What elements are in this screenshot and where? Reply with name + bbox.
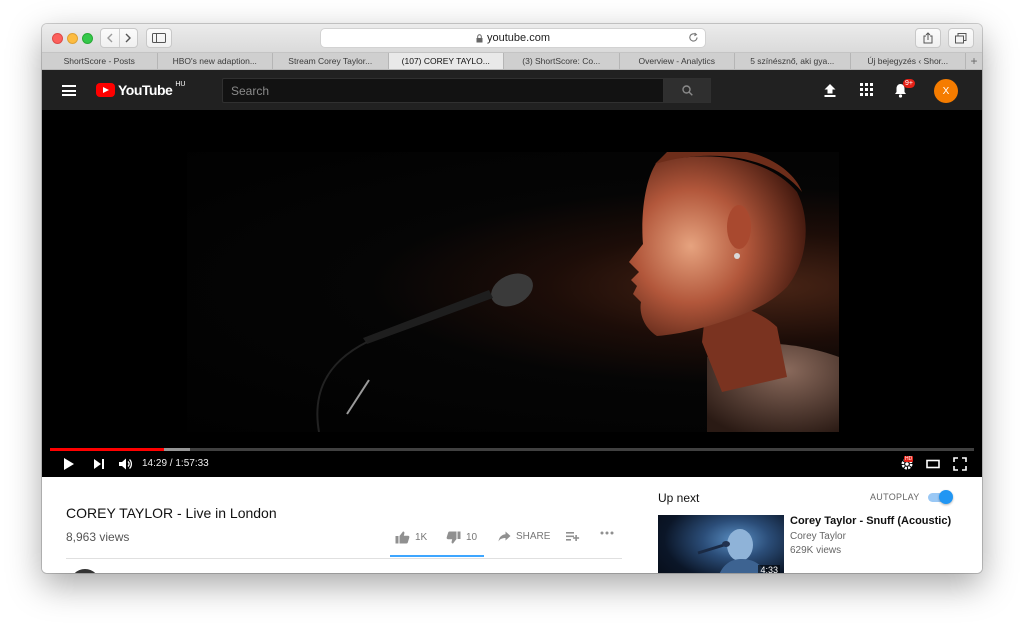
dislike-count: 10: [466, 532, 478, 543]
browser-tab[interactable]: HBO's new adaption...: [158, 53, 273, 69]
like-count: 1K: [415, 532, 428, 543]
search-icon: [681, 85, 693, 96]
recommended-video-thumbnail[interactable]: 4:33: [658, 515, 784, 573]
watch-info: COREY TAYLOR - Live in London 8,963 view…: [42, 477, 982, 573]
thumbnail-duration: 4:33: [758, 565, 780, 573]
sidebar-toggle-button[interactable]: [146, 28, 172, 48]
search-input[interactable]: Search: [222, 78, 664, 103]
history-nav: [100, 28, 138, 48]
recommended-video-channel[interactable]: Corey Taylor: [790, 531, 846, 542]
toggle-knob: [939, 490, 953, 504]
browser-window: youtube.com ShortScore - Posts HBO's new…: [42, 24, 982, 573]
more-actions-button[interactable]: [600, 531, 614, 535]
address-bar[interactable]: youtube.com: [320, 28, 706, 48]
lock-icon: [476, 33, 483, 42]
up-next-heading: Up next: [658, 491, 700, 505]
thumbs-down-icon: [446, 531, 461, 544]
youtube-play-logo-icon: [96, 83, 115, 97]
upload-icon[interactable]: [823, 83, 837, 98]
hamburger-menu-icon[interactable]: [62, 85, 76, 96]
apps-grid-icon[interactable]: [860, 83, 873, 96]
sidebar-icon: [152, 33, 166, 43]
url-text: youtube.com: [487, 32, 550, 44]
notification-count-badge: 9+: [903, 79, 915, 88]
tab-overview-button[interactable]: [948, 28, 974, 48]
chevron-right-icon: [125, 33, 132, 43]
played-bar: [50, 448, 164, 451]
info-divider: [66, 558, 622, 559]
share-label: SHARE: [516, 531, 551, 542]
share-page-button[interactable]: [915, 28, 941, 48]
chevron-left-icon: [106, 33, 113, 43]
save-to-playlist-button[interactable]: [566, 531, 580, 542]
search-button[interactable]: [663, 78, 711, 103]
logo-text: YouTube: [118, 82, 173, 98]
back-button[interactable]: [101, 29, 119, 47]
share-arrow-icon: [498, 531, 511, 542]
theater-mode-icon[interactable]: [926, 457, 940, 471]
video-player[interactable]: 14:29 / 1:57:33 HD: [42, 110, 982, 477]
playlist-add-icon: [566, 532, 580, 541]
browser-tab[interactable]: ShortScore - Posts: [42, 53, 158, 69]
browser-tab[interactable]: Overview - Analytics: [620, 53, 735, 69]
next-video-icon[interactable]: [93, 457, 105, 471]
performer-image: [316, 152, 839, 432]
play-icon[interactable]: [63, 457, 75, 471]
fullscreen-window-button[interactable]: [82, 33, 93, 44]
volume-icon[interactable]: [118, 457, 133, 471]
forward-button[interactable]: [118, 29, 138, 47]
close-window-button[interactable]: [52, 33, 63, 44]
autoplay-toggle[interactable]: [926, 490, 953, 504]
browser-tab[interactable]: (3) ShortScore: Co...: [504, 53, 620, 69]
fullscreen-icon[interactable]: [953, 457, 967, 471]
recommended-video-views: 629K views: [790, 545, 842, 556]
browser-tab[interactable]: Stream Corey Taylor...: [273, 53, 389, 69]
like-button[interactable]: 1K: [395, 531, 427, 544]
view-count: 8,963 views: [66, 530, 130, 544]
account-avatar[interactable]: X: [934, 79, 958, 103]
browser-tab[interactable]: Új bejegyzés ‹ Shor...: [851, 53, 966, 69]
autoplay-label: AUTOPLAY: [870, 492, 920, 502]
tab-bar: ShortScore - Posts HBO's new adaption...…: [42, 53, 982, 70]
new-tab-button[interactable]: +: [966, 53, 982, 69]
recommended-video-title[interactable]: Corey Taylor - Snuff (Acoustic): [790, 515, 951, 527]
more-horizontal-icon: [600, 531, 614, 535]
channel-avatar[interactable]: [70, 569, 100, 573]
youtube-logo[interactable]: YouTube HU: [96, 80, 186, 98]
seek-bar[interactable]: [50, 448, 974, 451]
video-title: COREY TAYLOR - Live in London: [66, 505, 277, 521]
video-frame: [187, 152, 839, 432]
browser-tab-active[interactable]: (107) COREY TAYLO...: [388, 53, 504, 69]
tabs-icon: [955, 32, 967, 43]
thumbs-up-icon: [395, 531, 410, 544]
dislike-button[interactable]: 10: [446, 531, 477, 544]
youtube-header: YouTube HU Search 9+ X: [42, 70, 982, 110]
minimize-window-button[interactable]: [67, 33, 78, 44]
share-button[interactable]: SHARE: [498, 531, 550, 542]
browser-tab[interactable]: 5 színésznő, aki gya...: [735, 53, 851, 69]
sentiment-bar: [390, 555, 484, 557]
search-placeholder: Search: [231, 83, 270, 98]
browser-toolbar: youtube.com: [42, 24, 982, 53]
share-icon: [923, 32, 933, 44]
reload-icon[interactable]: [688, 32, 699, 43]
region-code: HU: [175, 80, 186, 88]
time-display: 14:29 / 1:57:33: [142, 458, 209, 469]
hd-quality-badge: HD: [904, 456, 914, 462]
